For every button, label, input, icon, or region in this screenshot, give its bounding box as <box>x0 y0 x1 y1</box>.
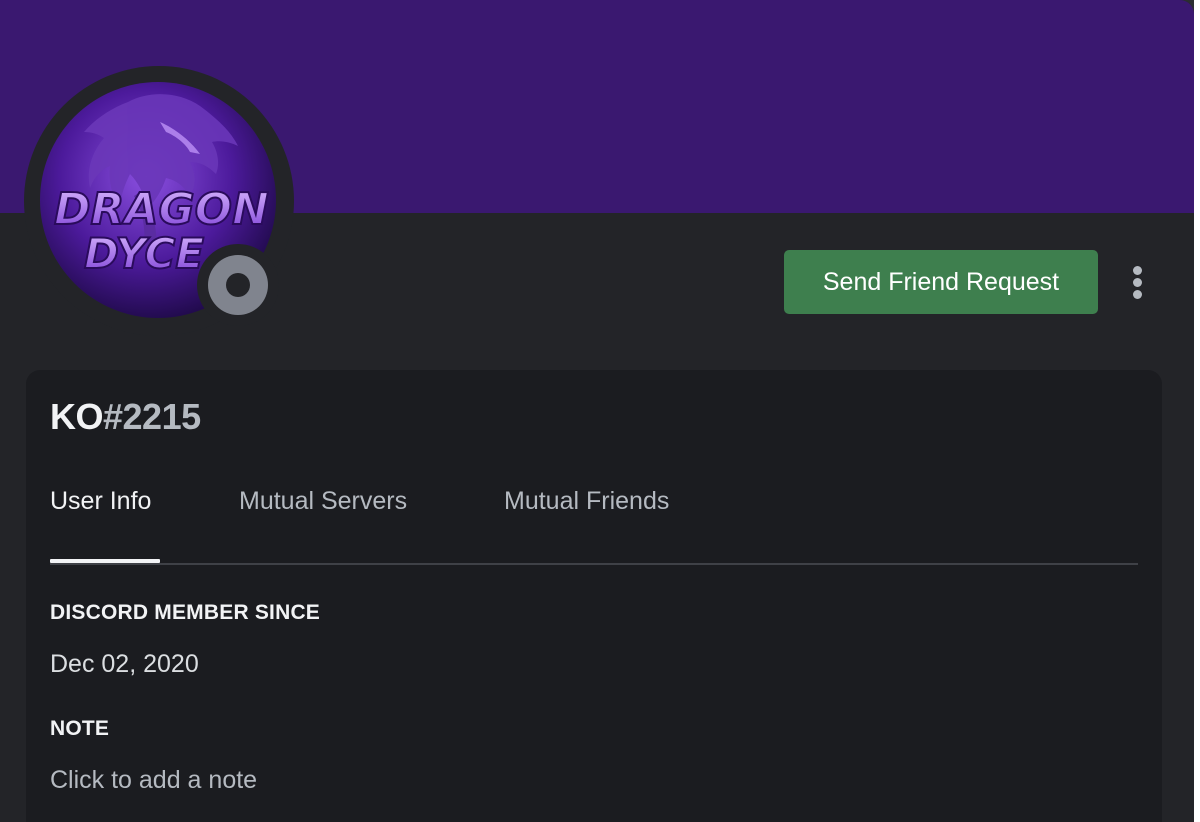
tab-mutual-servers[interactable]: Mutual Servers <box>239 487 407 516</box>
send-friend-request-button[interactable]: Send Friend Request <box>784 250 1098 314</box>
avatar-text-line1: DRAGON <box>54 184 269 235</box>
more-vertical-icon[interactable] <box>1120 260 1156 304</box>
tab-mutual-friends[interactable]: Mutual Friends <box>504 487 669 516</box>
avatar-text-line2: DYCE <box>84 229 204 278</box>
active-tab-indicator <box>50 559 160 563</box>
user-info-panel: KO#2215 User Info Mutual Servers Mutual … <box>26 370 1162 822</box>
status-indicator <box>197 244 279 326</box>
username: KO#2215 <box>50 396 201 438</box>
member-since-heading: DISCORD MEMBER SINCE <box>50 601 321 624</box>
username-name: KO <box>50 396 104 437</box>
note-heading: NOTE <box>50 717 110 740</box>
username-discriminator: #2215 <box>103 396 201 437</box>
user-profile-window: DRAGON DYCE Send Friend Request KO#2215 … <box>0 0 1200 822</box>
profile-card: DRAGON DYCE Send Friend Request KO#2215 … <box>0 0 1194 822</box>
tab-divider <box>50 563 1138 565</box>
tab-user-info[interactable]: User Info <box>50 487 151 516</box>
member-since-value: Dec 02, 2020 <box>50 650 199 678</box>
note-input[interactable] <box>50 763 550 797</box>
offline-status-icon <box>208 255 268 315</box>
window-edge <box>1194 0 1200 822</box>
